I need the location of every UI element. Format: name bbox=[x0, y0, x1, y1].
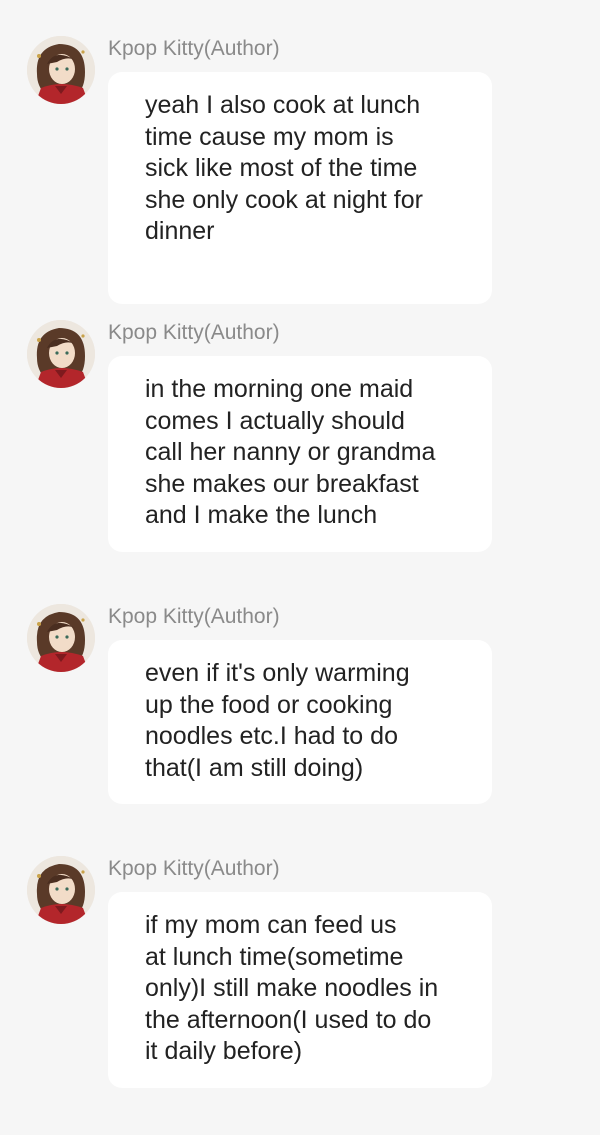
message-bubble: yeah I also cook at lunch time cause my … bbox=[108, 72, 492, 304]
user-avatar-icon[interactable] bbox=[27, 604, 95, 672]
author-name[interactable]: Kpop Kitty(Author) bbox=[108, 856, 280, 882]
message-bubble: in the morning one maid comes I actually… bbox=[108, 356, 492, 552]
message-bubble: even if it's only warming up the food or… bbox=[108, 640, 492, 804]
message-bubble: if my mom can feed us at lunch time(some… bbox=[108, 892, 492, 1088]
author-name[interactable]: Kpop Kitty(Author) bbox=[108, 320, 280, 346]
user-avatar-icon[interactable] bbox=[27, 856, 95, 924]
author-name[interactable]: Kpop Kitty(Author) bbox=[108, 36, 280, 62]
message-text: in the morning one maid comes I actually… bbox=[145, 375, 436, 529]
user-avatar-icon[interactable] bbox=[27, 320, 95, 388]
message-text: if my mom can feed us at lunch time(some… bbox=[145, 911, 439, 1065]
message-text: yeah I also cook at lunch time cause my … bbox=[145, 91, 423, 245]
user-avatar-icon[interactable] bbox=[27, 36, 95, 104]
comment-thread: Kpop Kitty(Author) yeah I also cook at l… bbox=[0, 0, 600, 1135]
author-name[interactable]: Kpop Kitty(Author) bbox=[108, 604, 280, 630]
message-text: even if it's only warming up the food or… bbox=[145, 659, 410, 782]
